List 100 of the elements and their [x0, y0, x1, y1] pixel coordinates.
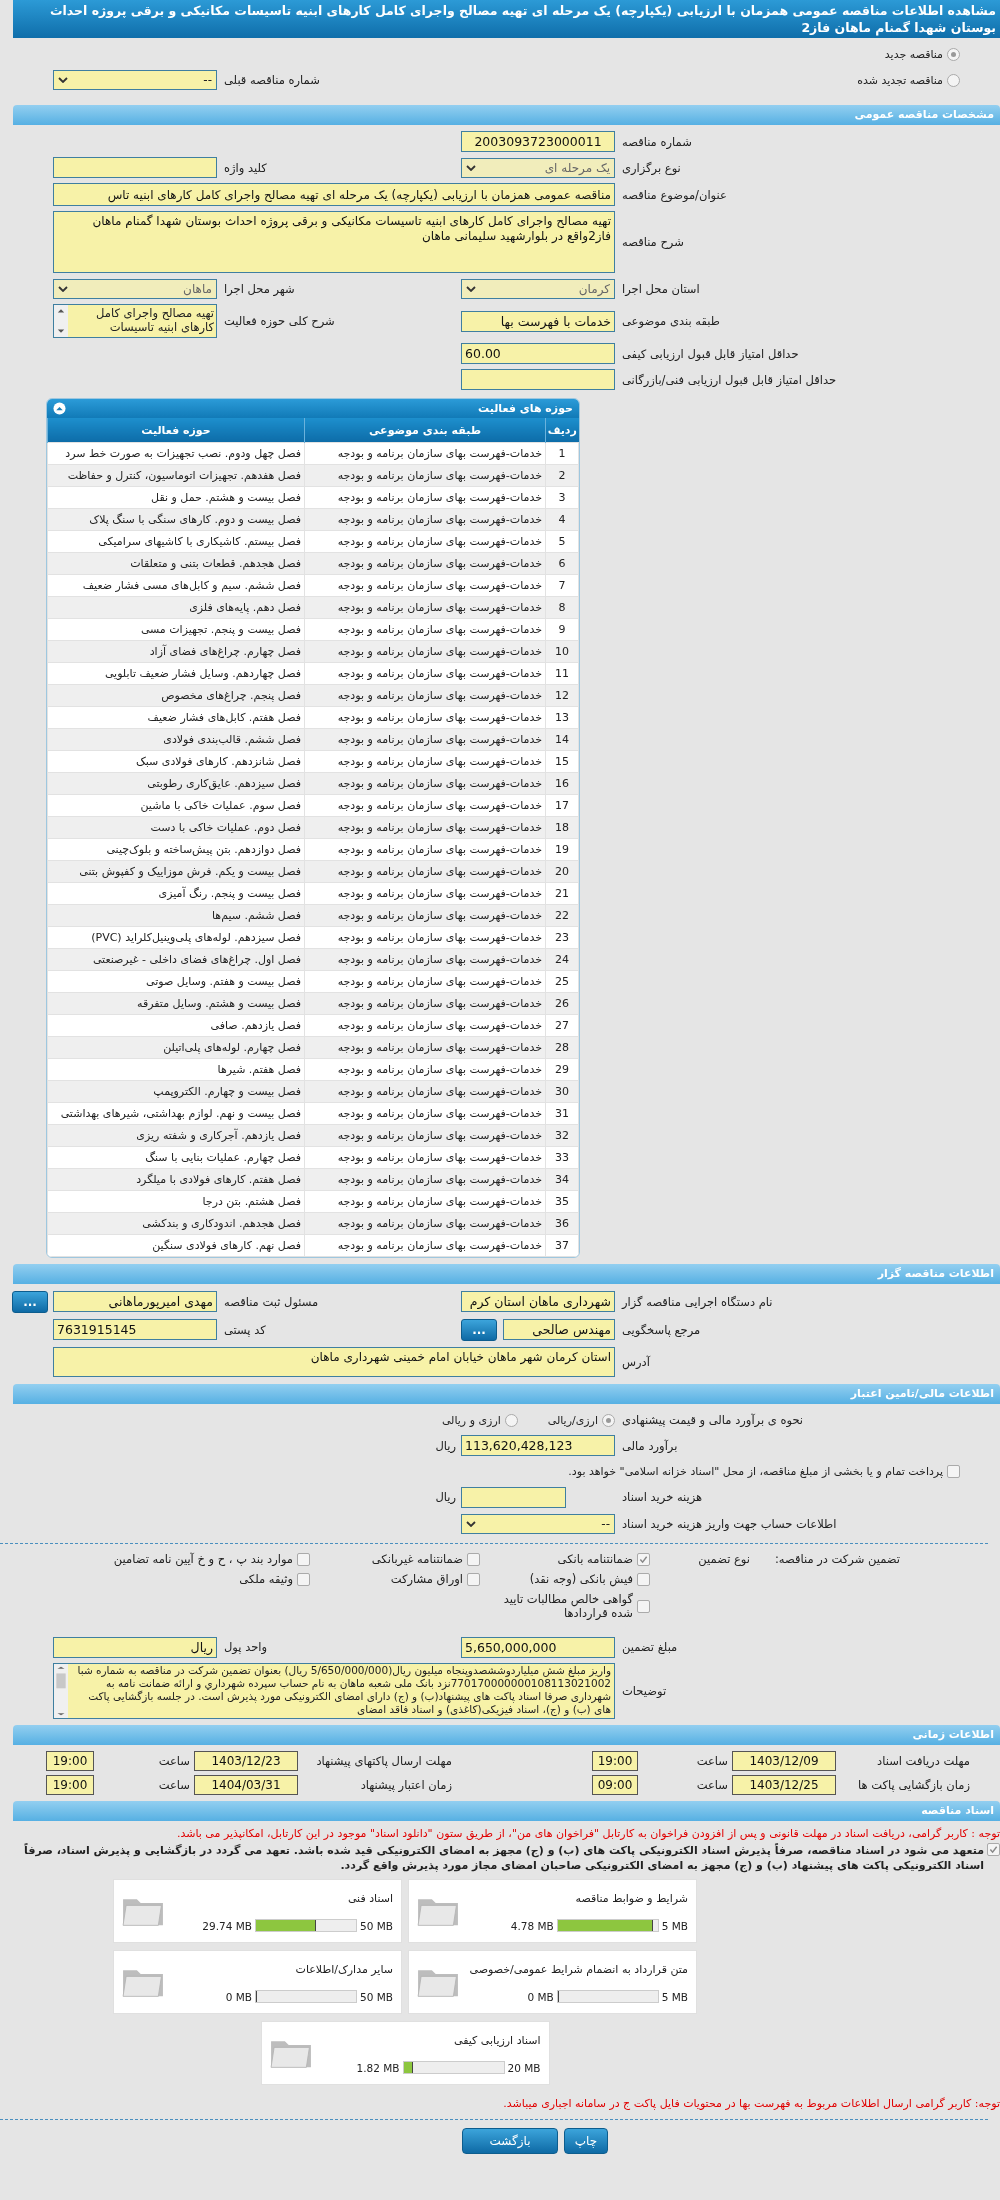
- field-label: مهلت ارسال پاکتهای پیشنهاد: [315, 1754, 452, 1768]
- select-field[interactable]: کرمان: [461, 278, 615, 299]
- checkbox[interactable]: [637, 1572, 650, 1586]
- table-cell: فصل چهل ودوم. نصب تجهیزات به صورت خط سرد: [47, 442, 305, 465]
- checkbox[interactable]: [637, 1599, 650, 1613]
- text-field[interactable]: [53, 157, 217, 178]
- table-cell: 16: [545, 772, 579, 795]
- text-field[interactable]: [461, 369, 615, 390]
- text-field[interactable]: مناقصه عمومی همزمان با ارزیابی (یکپارچه) یک مرحله ای تهیه مصالح واجرای کامل کارهای ابنیه تاس: [53, 183, 615, 206]
- column-header: ردیف: [545, 418, 579, 443]
- field-label: طبقه بندی موضوعی: [621, 314, 721, 328]
- list-box[interactable]: تهیه مصالح واجرای کامل کارهای ابنیه تاسیسات: [53, 304, 217, 338]
- time-field[interactable]: 19:00: [592, 1751, 638, 1771]
- field-label: مسئول ثبت مناقصه: [223, 1294, 320, 1309]
- table-cell: خدمات-فهرست بهای سازمان برنامه و بودجه: [304, 552, 546, 575]
- select-field[interactable]: ماهان: [53, 278, 217, 299]
- field-label: شماره مناقصه: [621, 134, 693, 149]
- field-label: مرجع پاسخگویی: [621, 1322, 702, 1337]
- print-button[interactable]: چاپ: [564, 2128, 608, 2154]
- text-area[interactable]: واریز مبلغ شش میلیاردوششصدوپنجاه میلیون ریال(5/650/000/000 ریال) بعنوان تضمین شرکت در مناقصه به شماره شبا 770170000000108113021002نزد بانک ملی شعبه ماهان به نام حساب سپرده شهرداري و ارائه ضمانت نامه به شهرداری صرفا اسناد پاکت های پیشنهاد(ب) و (ج) دارای امضای الکترونیکی مورد پذیرش است. در جلسه بازگشایی پاکت های (ب) و (ج)، اسناد فیزیکی(کاغذی) و اسناد فاقد امضای: [53, 1663, 615, 1719]
- table-cell: خدمات-فهرست بهای سازمان برنامه و بودجه: [304, 1146, 546, 1169]
- table-cell: فصل هفتم. کابل‌های فشار ضعیف: [47, 706, 305, 729]
- table-cell: فصل هجدهم. اندودکاری و بندکشی: [47, 1212, 305, 1235]
- table-cell: 37: [545, 1234, 579, 1257]
- table-cell: 11: [545, 662, 579, 685]
- table-cell: فصل بیست و پنجم. رنگ آمیزی: [47, 882, 305, 905]
- collapse-icon[interactable]: [53, 402, 66, 415]
- table-cell: 10: [545, 640, 579, 663]
- table-cell: خدمات-فهرست بهای سازمان برنامه و بودجه: [304, 1168, 546, 1191]
- date-field[interactable]: 1404/03/31: [194, 1775, 298, 1795]
- text-field[interactable]: مهدی امیرپورماهانی: [53, 1291, 217, 1312]
- field-label: نوع تضمین: [697, 1552, 750, 1566]
- time-field[interactable]: 19:00: [46, 1751, 94, 1771]
- table-cell: فصل ششم. سیم‌ها: [47, 904, 305, 927]
- text-field[interactable]: 113,620,428,123: [461, 1435, 615, 1456]
- field-label: آدرس: [621, 1355, 651, 1369]
- text-area[interactable]: تهیه مصالح واجرای کامل کارهای ابنیه تاسیسات مکانیکی و برقی پروژه احداث بوستان شهدا گمنام ماهان فاز2واقع در بلوارشهید سلیمانی ماهان: [53, 211, 615, 273]
- size-label: 29.74 MB: [202, 1919, 253, 1932]
- file-name: اسناد ارزیابی کیفی: [454, 2034, 541, 2047]
- text-field[interactable]: شهرداری ماهان استان کرم: [461, 1291, 615, 1312]
- table-cell: خدمات-فهرست بهای سازمان برنامه و بودجه: [304, 508, 546, 531]
- notice-text: توجه : کاربر گرامی، دریافت اسناد در مهلت قانونی و پس از افزودن فراخوان به کارتابل "فراخوان های من"، از طریق ستون "دانلود اسناد" موجود در این کارتابل، امکانپذیر می باشد.: [175, 1827, 1000, 1841]
- table-cell: فصل نهم. کارهای فولادی سنگین: [47, 1234, 305, 1257]
- date-field[interactable]: 1403/12/09: [732, 1751, 836, 1771]
- text-field[interactable]: 2003093723000011: [461, 131, 615, 152]
- section-header: اطلاعات زمانی: [13, 1725, 1000, 1745]
- field-label: تضمین شرکت در مناقصه:: [773, 1552, 900, 1566]
- table-cell: 4: [545, 508, 579, 531]
- back-button[interactable]: بازگشت: [462, 2128, 558, 2154]
- text-field[interactable]: خدمات با فهرست بها: [461, 310, 615, 332]
- checkbox[interactable]: [637, 1552, 650, 1566]
- time-field[interactable]: 19:00: [46, 1775, 94, 1795]
- text-field[interactable]: مهندس صالحی: [503, 1319, 615, 1340]
- text-field[interactable]: 5,650,000,000: [461, 1636, 615, 1658]
- radio-button[interactable]: [947, 47, 960, 61]
- table-cell: خدمات-فهرست بهای سازمان برنامه و بودجه: [304, 1014, 546, 1037]
- text-field[interactable]: ریال: [53, 1636, 217, 1658]
- checkbox[interactable]: [467, 1572, 480, 1586]
- date-field[interactable]: 1403/12/23: [194, 1751, 298, 1771]
- file-name: شرایط و ضوابط مناقصه: [575, 1892, 688, 1905]
- size-label: 0 MB: [225, 1990, 253, 2003]
- table-cell: 35: [545, 1190, 579, 1213]
- table-cell: 32: [545, 1124, 579, 1147]
- text-field[interactable]: [461, 1486, 566, 1508]
- size-label: 5 MB: [661, 1919, 688, 1932]
- checkbox[interactable]: [297, 1572, 310, 1586]
- text-area[interactable]: استان کرمان شهر ماهان خیابان امام خمینی شهرداری ماهان: [53, 1347, 615, 1377]
- browse-button[interactable]: ...: [12, 1290, 48, 1313]
- caret-icon: [466, 285, 476, 292]
- field-label: کد پستی: [223, 1322, 267, 1337]
- table-cell: 1: [545, 442, 579, 465]
- table-cell: خدمات-فهرست بهای سازمان برنامه و بودجه: [304, 618, 546, 641]
- browse-button[interactable]: ...: [461, 1318, 497, 1341]
- checkbox-label: فیش بانکی (وجه نقد): [529, 1572, 633, 1586]
- table-cell: خدمات-فهرست بهای سازمان برنامه و بودجه: [304, 684, 546, 707]
- table-cell: خدمات-فهرست بهای سازمان برنامه و بودجه: [304, 750, 546, 773]
- time-field[interactable]: 09:00: [592, 1775, 638, 1795]
- table-cell: فصل بیستم. کاشیکاری با کاشیهای سرامیکی: [47, 530, 305, 553]
- select-field[interactable]: --: [461, 1514, 615, 1534]
- table-cell: خدمات-فهرست بهای سازمان برنامه و بودجه: [304, 926, 546, 949]
- select-field[interactable]: یک مرحله ای: [461, 157, 615, 178]
- date-field[interactable]: 1403/12/25: [732, 1775, 836, 1795]
- checkbox-label: گواهی خالص مطالبات تایید شده قراردادها: [502, 1592, 633, 1620]
- radio-button[interactable]: [947, 73, 960, 87]
- caret-icon: [58, 77, 68, 83]
- table-cell: فصل شانزدهم. کارهای فولادی سبک: [47, 750, 305, 773]
- checkbox[interactable]: [467, 1552, 480, 1566]
- radio-button[interactable]: [602, 1413, 615, 1427]
- field-label: شرح کلی حوزه فعالیت: [223, 314, 336, 328]
- checkbox[interactable]: [947, 1464, 960, 1478]
- checkbox[interactable]: [987, 1843, 1000, 1856]
- text-field[interactable]: 60.00: [461, 343, 615, 364]
- table-cell: فصل هفدهم. تجهیزات اتوماسیون، کنترل و حفاظت: [47, 464, 305, 487]
- text-field[interactable]: 7631915145: [53, 1319, 217, 1340]
- table-cell: 26: [545, 992, 579, 1015]
- radio-button[interactable]: [504, 1413, 518, 1427]
- radio-label: ارزی/ریالی: [547, 1413, 598, 1427]
- table-cell: 2: [545, 464, 579, 487]
- checkbox[interactable]: [297, 1552, 310, 1566]
- select-field[interactable]: --: [53, 70, 217, 90]
